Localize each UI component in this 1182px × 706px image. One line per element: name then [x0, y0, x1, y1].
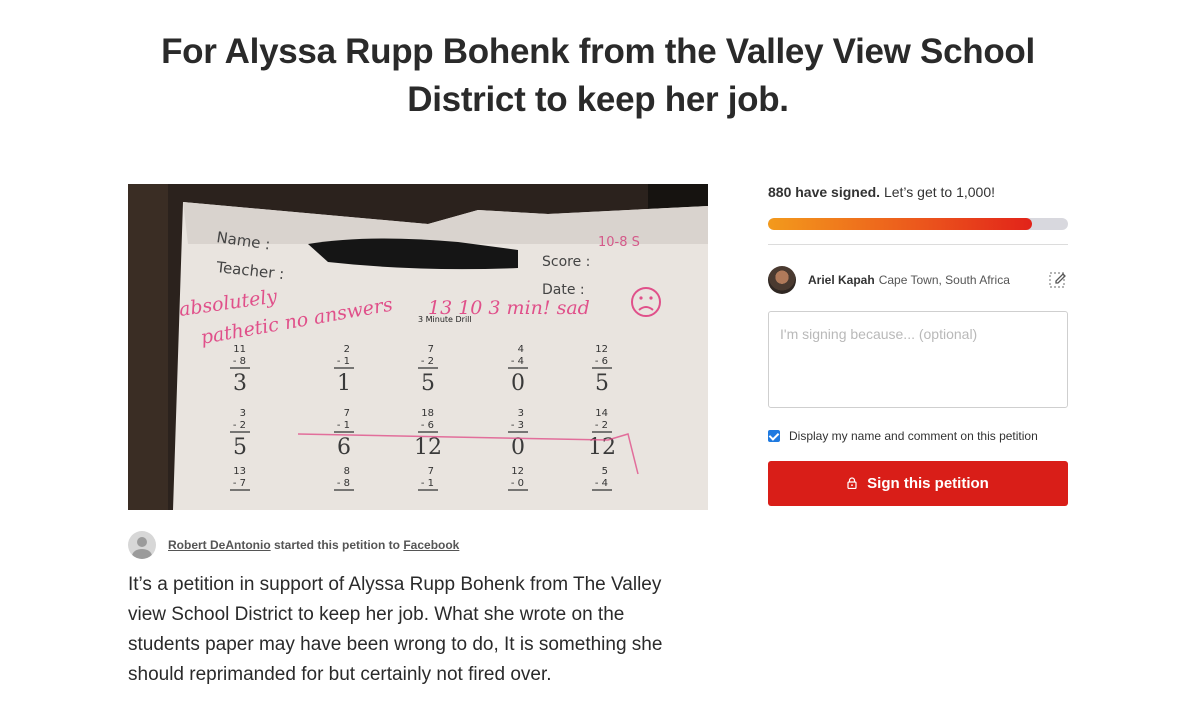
problem-bottom-number: - 3	[511, 420, 524, 431]
problem-handwritten-answer: 5	[233, 435, 247, 460]
problem-top-number: 12	[511, 466, 524, 477]
display-name-checkbox[interactable]	[768, 430, 780, 442]
problem-bottom-number: - 2	[421, 356, 434, 367]
problem-top-number: 13	[233, 466, 246, 477]
starter-target-link[interactable]: Facebook	[403, 538, 459, 552]
lock-icon	[847, 476, 857, 489]
sign-petition-button-label: Sign this petition	[867, 475, 989, 492]
starter-avatar	[128, 531, 156, 559]
problem-bottom-number: - 2	[595, 420, 608, 431]
petition-photo: Name : Teacher : Score : Date : 3 Minute…	[128, 184, 708, 510]
worksheet-date-label: Date :	[542, 282, 585, 298]
worksheet-score-value: 10-8 S	[598, 235, 640, 250]
comment-textarea[interactable]	[768, 311, 1068, 408]
problem-top-number: 3	[518, 408, 524, 419]
signer-row: Ariel Kapah Cape Town, South Africa	[768, 265, 1068, 295]
problem-handwritten-answer: 5	[421, 371, 435, 396]
sign-sidebar: 880 have signed. Let’s get to 1,000! Ari…	[768, 184, 1068, 506]
signature-count: 880 have signed. Let’s get to 1,000!	[768, 184, 1068, 208]
worksheet-image: Name : Teacher : Score : Date : 3 Minute…	[128, 184, 708, 510]
problem-top-number: 12	[595, 344, 608, 355]
problem-handwritten-answer: 0	[511, 371, 525, 396]
problem-bottom-number: - 6	[595, 356, 608, 367]
starter-middle-text: started this petition to	[274, 538, 400, 552]
problem-handwritten-answer: 6	[337, 435, 351, 460]
worksheet-score-label: Score :	[542, 254, 590, 270]
progress-fill	[768, 218, 1032, 230]
problem-top-number: 7	[428, 344, 434, 355]
problem-top-number: 7	[344, 408, 350, 419]
problem-top-number: 18	[421, 408, 434, 419]
avatar	[768, 266, 796, 294]
petition-starter: Robert DeAntonio started this petition t…	[128, 530, 459, 560]
red-note-line-3: 13 10 3 min! sad	[428, 297, 590, 319]
edit-icon[interactable]	[1048, 270, 1068, 290]
problem-bottom-number: - 1	[337, 356, 350, 367]
signed-count: 880 have signed.	[768, 184, 881, 200]
goal-text: Let’s get to 1,000!	[883, 184, 996, 200]
problem-top-number: 14	[595, 408, 608, 419]
problem-top-number: 7	[428, 466, 434, 477]
problem-top-number: 11	[233, 344, 246, 355]
starter-name-link[interactable]: Robert DeAntonio	[168, 538, 271, 552]
problem-bottom-number: - 6	[421, 420, 434, 431]
problem-bottom-number: - 1	[337, 420, 350, 431]
problem-top-number: 3	[240, 408, 246, 419]
problem-bottom-number: - 4	[511, 356, 524, 367]
problem-top-number: 8	[344, 466, 350, 477]
problem-handwritten-answer: 3	[233, 371, 247, 396]
problem-top-number: 5	[602, 466, 608, 477]
problem-bottom-number: - 1	[421, 478, 434, 489]
petition-title: For Alyssa Rupp Bohenk from the Valley V…	[161, 32, 1035, 119]
problem-handwritten-answer: 12	[414, 435, 442, 460]
problem-top-number: 4	[518, 344, 524, 355]
sign-petition-button[interactable]: Sign this petition	[768, 461, 1068, 506]
signer-location: Cape Town, South Africa	[878, 273, 1010, 287]
problem-bottom-number: - 2	[233, 420, 246, 431]
problem-handwritten-answer: 1	[337, 371, 351, 396]
display-name-checkbox-label: Display my name and comment on this peti…	[789, 429, 1038, 443]
signature-progress-bar	[768, 218, 1068, 230]
problem-bottom-number: - 0	[511, 478, 524, 489]
problem-bottom-number: - 4	[595, 478, 608, 489]
petition-description: It’s a petition in support of Alyssa Rup…	[128, 574, 663, 685]
display-name-checkbox-row[interactable]: Display my name and comment on this peti…	[768, 429, 1068, 443]
problem-bottom-number: - 8	[233, 356, 246, 367]
problem-bottom-number: - 7	[233, 478, 246, 489]
divider	[768, 244, 1068, 245]
signer-name: Ariel Kapah	[808, 273, 875, 287]
problem-bottom-number: - 8	[337, 478, 350, 489]
problem-handwritten-answer: 5	[595, 371, 609, 396]
problem-top-number: 2	[344, 344, 350, 355]
